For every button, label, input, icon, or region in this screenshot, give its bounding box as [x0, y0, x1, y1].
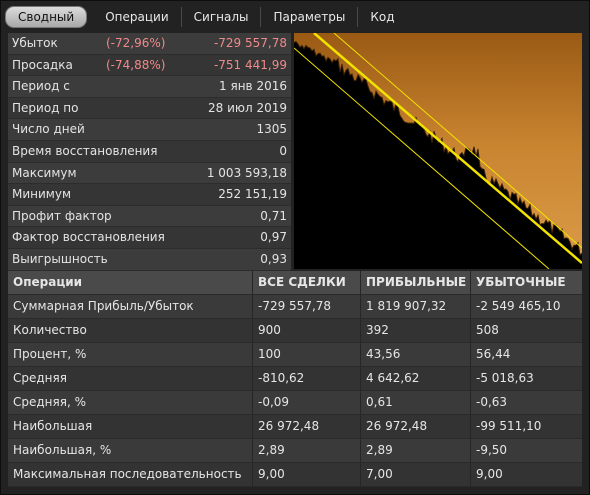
table-row: Наибольшая 26 972,48 26 972,48 -99 511,10 — [8, 415, 582, 439]
summary-stats-panel: Убыток (-72,96%) -729 557,78 Просадка (-74,8… — [8, 33, 291, 271]
table-cell: Средняя, % — [8, 391, 253, 414]
stat-value: 0,93 — [260, 251, 287, 266]
stat-label: Максимум — [12, 165, 77, 180]
stat-label: Минимум — [12, 187, 72, 202]
stat-row: Период с 1 янв 2016 — [8, 76, 291, 98]
tab-operations[interactable]: Операции — [93, 7, 182, 27]
table-header-row: Операции ВСЕ СДЕЛКИ ПРИБЫЛЬНЫЕ УБЫТОЧНЫЕ — [8, 271, 582, 295]
stat-row: Выигрышность 0,93 — [8, 248, 291, 271]
stat-value: -751 441,99 — [213, 57, 287, 72]
stat-value: -729 557,78 — [213, 36, 287, 50]
stat-label: Период с — [12, 79, 70, 94]
table-cell: -729 557,78 — [253, 295, 361, 318]
column-header-profitable: ПРИБЫЛЬНЫЕ — [361, 271, 471, 294]
table-cell: -5 018,63 — [476, 371, 534, 385]
stat-label: Время восстановления — [12, 143, 158, 158]
tab-signals[interactable]: Сигналы — [182, 7, 262, 27]
table-cell: 9,00 — [476, 467, 503, 481]
stat-label: Профит фактор — [12, 208, 112, 223]
tab-bar: Сводный Операции Сигналы Параметры Код — [5, 6, 407, 28]
table-cell: 4 642,62 — [361, 367, 471, 390]
column-header-operations: Операции — [8, 271, 253, 294]
tab-parameters[interactable]: Параметры — [261, 7, 359, 27]
stat-label: Период по — [12, 100, 79, 115]
stat-value: 0,97 — [260, 230, 287, 245]
table-cell: 43,56 — [361, 343, 471, 366]
column-header-all-trades: ВСЕ СДЕЛКИ — [253, 271, 361, 294]
table-cell: 100 — [253, 343, 361, 366]
stat-value: 252 151,19 — [218, 187, 287, 202]
table-cell: 508 — [476, 323, 499, 337]
table-cell: -9,50 — [476, 443, 508, 457]
table-cell: 26 972,48 — [361, 415, 471, 438]
stat-value: 1305 — [256, 122, 287, 137]
stat-label: Число дней — [12, 122, 85, 137]
table-cell: -810,62 — [253, 367, 361, 390]
table-cell: Средняя — [8, 367, 253, 390]
equity-chart — [293, 32, 583, 270]
tab-summary[interactable]: Сводный — [5, 6, 88, 28]
table-cell: 2,89 — [361, 439, 471, 462]
table-row: Средняя, % -0,09 0,61 -0,63 — [8, 391, 582, 415]
stat-row: Минимум 252 151,19 — [8, 184, 291, 206]
table-row: Средняя -810,62 4 642,62 -5 018,63 — [8, 367, 582, 391]
table-cell: -2 549 465,10 — [476, 299, 561, 313]
table-cell: Суммарная Прибыль/Убыток — [8, 295, 253, 318]
table-row: Процент, % 100 43,56 56,44 — [8, 343, 582, 367]
stat-row: Максимум 1 003 593,18 — [8, 162, 291, 185]
table-row: Суммарная Прибыль/Убыток -729 557,78 1 819… — [8, 295, 582, 319]
stat-row: Число дней 1305 — [8, 119, 291, 141]
table-cell: Наибольшая, % — [8, 439, 253, 462]
stat-label: Убыток — [12, 36, 58, 50]
stat-label: Выигрышность — [12, 251, 108, 266]
table-body: Суммарная Прибыль/Убыток -729 557,78 1 819… — [8, 295, 582, 487]
stat-label: Фактор восстановления — [12, 230, 165, 245]
stat-label: Просадка — [12, 57, 73, 72]
table-row: Количество 900 392 508 — [8, 319, 582, 343]
stat-row: Убыток (-72,96%) -729 557,78 — [8, 33, 291, 55]
table-cell: 26 972,48 — [253, 415, 361, 438]
table-cell: -0,09 — [253, 391, 361, 414]
table-cell: -0,63 — [476, 395, 508, 409]
table-cell: Максимальная последовательность — [8, 463, 253, 486]
table-cell: 2,89 — [253, 439, 361, 462]
column-header-losing: УБЫТОЧНЫЕ — [476, 275, 566, 289]
table-cell: 0,61 — [361, 391, 471, 414]
stat-value: 0,71 — [260, 208, 287, 223]
equity-chart-svg — [293, 32, 583, 270]
stat-value: 0 — [279, 143, 287, 158]
stat-value: 1 янв 2016 — [219, 79, 287, 94]
stat-row: Фактор восстановления 0,97 — [8, 227, 291, 249]
table-cell: 9,00 — [253, 463, 361, 486]
stat-percent: (-72,96%) — [106, 36, 166, 50]
table-cell: 56,44 — [476, 347, 511, 361]
table-cell: Процент, % — [8, 343, 253, 366]
strategy-report-window: Сводный Операции Сигналы Параметры Код У… — [0, 0, 590, 495]
table-cell: 7,00 — [361, 463, 471, 486]
table-cell: 1 819 907,32 — [361, 295, 471, 318]
stat-value: 1 003 593,18 — [206, 165, 287, 180]
table-cell: 392 — [361, 319, 471, 342]
stat-percent: (-74,88%) — [106, 57, 166, 72]
stat-row: Период по 28 июл 2019 — [8, 97, 291, 120]
table-cell: Количество — [8, 319, 253, 342]
equity-area — [294, 33, 582, 256]
stat-value: 28 июл 2019 — [207, 100, 287, 115]
table-cell: Наибольшая — [8, 415, 253, 438]
operations-table: Операции ВСЕ СДЕЛКИ ПРИБЫЛЬНЫЕ УБЫТОЧНЫЕ… — [8, 271, 582, 487]
stat-row: Профит фактор 0,71 — [8, 205, 291, 228]
table-cell: -99 511,10 — [476, 419, 542, 433]
stat-row: Время восстановления 0 — [8, 140, 291, 163]
table-cell: 900 — [253, 319, 361, 342]
stat-row: Просадка (-74,88%) -751 441,99 — [8, 54, 291, 77]
table-row: Наибольшая, % 2,89 2,89 -9,50 — [8, 439, 582, 463]
table-row: Максимальная последовательность 9,00 7,00 9… — [8, 463, 582, 487]
tab-code[interactable]: Код — [358, 7, 406, 27]
